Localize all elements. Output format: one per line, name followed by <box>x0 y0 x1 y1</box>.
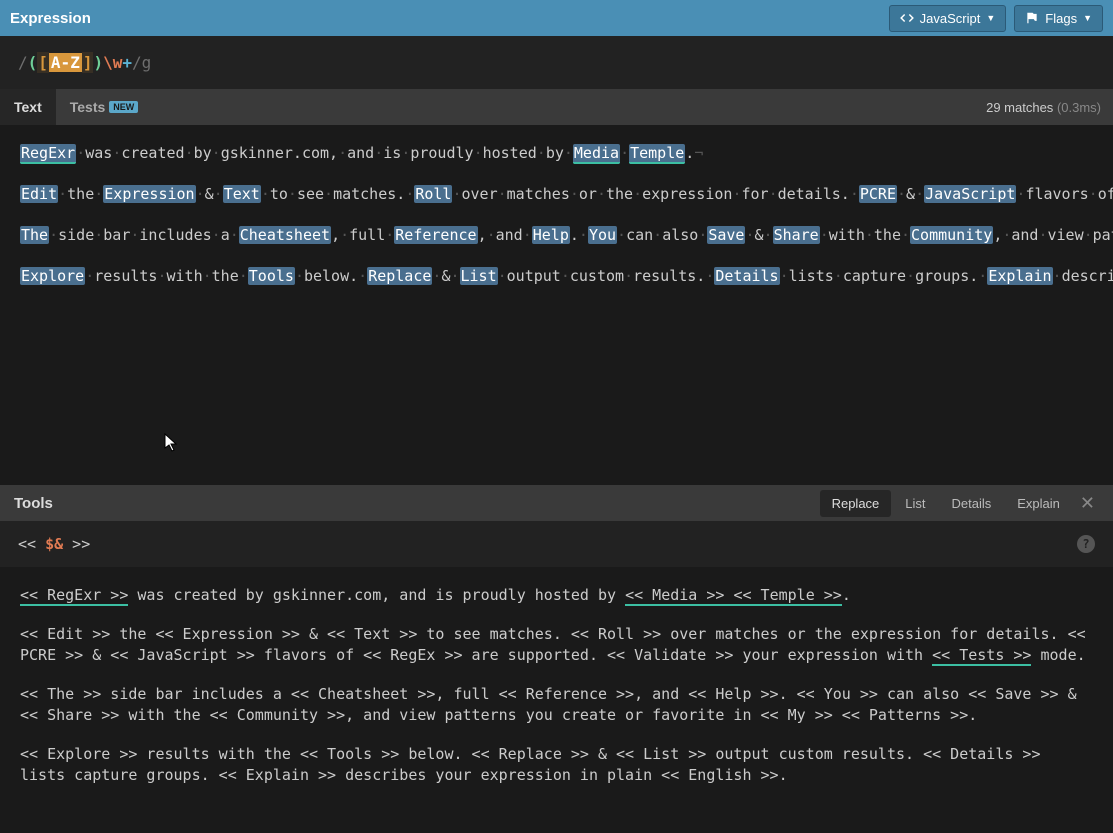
tab-text[interactable]: Text <box>0 89 56 125</box>
replace-input[interactable]: << $& >> ? <box>0 521 1113 567</box>
replace-pattern: << $& >> <box>18 535 90 553</box>
code-icon <box>900 11 914 25</box>
regex-flags: g <box>142 53 152 72</box>
replace-output: << RegExr >> was created by gskinner.com… <box>0 567 1113 807</box>
flag-icon <box>1025 11 1039 25</box>
caret-down-icon: ▼ <box>986 13 995 23</box>
regex-quantifier: + <box>122 53 132 72</box>
regex-charclass-close: ] <box>82 52 94 73</box>
output-paragraph: << Explore >> results with the << Tools … <box>20 744 1093 786</box>
output-paragraph: << The >> side bar includes a << Cheatsh… <box>20 684 1093 726</box>
tools-title: Tools <box>14 495 53 512</box>
flags-label: Flags <box>1045 11 1077 26</box>
tools-tabs: Replace List Details Explain ✕ <box>820 490 1101 517</box>
output-paragraph: << RegExr >> was created by gskinner.com… <box>20 585 1093 606</box>
header-buttons: JavaScript ▼ Flags ▼ <box>889 5 1103 32</box>
regex-group-open: ( <box>28 53 38 72</box>
match-count: 29 matches (0.3ms) <box>986 100 1101 115</box>
regex-delimiter-close: / <box>132 53 142 72</box>
tool-tab-details[interactable]: Details <box>940 490 1004 517</box>
sample-text-area[interactable]: RegExr·was·created·by·gskinner.com,·and·… <box>0 125 1113 485</box>
new-badge: NEW <box>109 101 138 113</box>
close-icon[interactable]: ✕ <box>1074 493 1101 514</box>
cursor-icon <box>164 433 180 453</box>
tab-tests[interactable]: Tests NEW <box>56 89 153 125</box>
regex-delimiter-open: / <box>18 53 28 72</box>
tabs-left: Text Tests NEW <box>0 89 152 125</box>
help-icon[interactable]: ? <box>1077 535 1095 553</box>
expression-input[interactable]: / ( [ A-Z ] ) \w + / g <box>0 36 1113 89</box>
regex-range: A-Z <box>49 53 82 72</box>
tool-tab-replace[interactable]: Replace <box>820 490 892 517</box>
flavor-button[interactable]: JavaScript ▼ <box>889 5 1007 32</box>
regex-group-close: ) <box>93 53 103 72</box>
text-paragraph: Edit·the·Expression·&·Text·to·see·matche… <box>20 184 1093 205</box>
tool-tab-list[interactable]: List <box>893 490 937 517</box>
tool-tab-explain[interactable]: Explain <box>1005 490 1072 517</box>
header-title: Expression <box>10 10 91 27</box>
text-paragraph: The·side·bar·includes·a·Cheatsheet,·full… <box>20 225 1093 246</box>
expression-header: Expression JavaScript ▼ Flags ▼ <box>0 0 1113 36</box>
output-paragraph: << Edit >> the << Expression >> & << Tex… <box>20 624 1093 666</box>
tools-bar: Tools Replace List Details Explain ✕ <box>0 485 1113 521</box>
text-tabs-bar: Text Tests NEW 29 matches (0.3ms) <box>0 89 1113 125</box>
caret-down-icon: ▼ <box>1083 13 1092 23</box>
flags-button[interactable]: Flags ▼ <box>1014 5 1103 32</box>
text-paragraph: RegExr·was·created·by·gskinner.com,·and·… <box>20 143 1093 164</box>
flavor-label: JavaScript <box>920 11 981 26</box>
regex-charclass-open: [ <box>37 52 49 73</box>
regex-escape: \w <box>103 53 122 72</box>
text-paragraph: Explore·results·with·the·Tools·below.·Re… <box>20 266 1093 287</box>
